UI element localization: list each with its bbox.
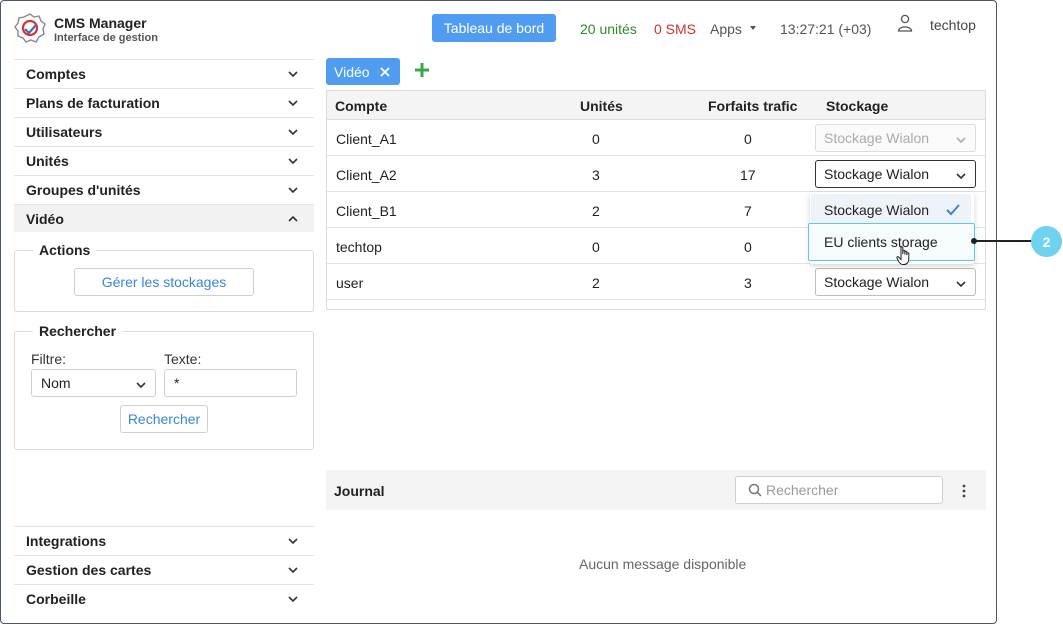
search-text-input[interactable]: * [164,369,297,397]
storage-select: Stockage Wialon [815,124,976,152]
tab-label: Vidéo [334,63,370,80]
logo-icon [14,13,46,43]
callout-line [975,240,1032,242]
sms-count[interactable]: 0 SMS [654,21,696,37]
storage-select-value: Stockage Wialon [824,274,930,290]
dropdown-option-label[interactable]: EU clients storage [824,234,938,250]
tab-video[interactable]: Vidéo [326,58,400,85]
row-units: 0 [592,239,600,255]
actions-legend: Actions [33,242,97,258]
chevron-down-icon [288,186,298,193]
apps-menu[interactable]: Apps [710,21,742,37]
dropdown-option-label[interactable]: Stockage Wialon [824,202,929,218]
sidebar-item-label: Plans de facturation [26,94,160,111]
column-header-account[interactable]: Compte [335,98,387,114]
row-traffic: 7 [744,203,752,219]
storage-select-value: Stockage Wialon [824,130,930,146]
row-units: 3 [592,167,600,183]
search-legend: Rechercher [33,323,123,339]
sidebar-item-label: Integrations [26,532,107,549]
sidebar-item-corbeille[interactable]: Corbeille [14,584,314,612]
row-account: user [336,275,364,291]
row-traffic: 0 [744,131,752,147]
row-traffic: 0 [744,239,752,255]
caret-down-icon[interactable] [750,26,756,30]
chevron-down-icon [288,70,298,77]
text-label: Texte: [164,351,202,367]
row-units: 2 [592,275,600,291]
chevron-down-icon [136,382,146,389]
journal-search-placeholder: Rechercher [766,482,839,498]
hand-cursor-icon [896,246,910,265]
sidebar-item-label: Gestion des cartes [26,561,152,578]
sidebar-item-utilisateurs[interactable]: Utilisateurs [14,117,314,145]
storage-select[interactable]: Stockage Wialon [815,268,976,296]
sidebar-item-label: Vidéo [26,210,64,227]
row-account: Client_B1 [336,203,397,219]
more-options-icon[interactable] [958,483,970,499]
row-account: techtop [336,239,382,255]
sidebar-item-integrations[interactable]: Integrations [14,526,314,554]
dashboard-button[interactable]: Tableau de bord [432,14,556,42]
chevron-down-icon [956,173,966,180]
sidebar-item-cartes[interactable]: Gestion des cartes [14,555,314,583]
row-traffic: 3 [744,275,752,291]
journal-empty-message: Aucun message disponible [579,556,747,572]
chevron-up-icon [288,215,298,222]
app-name: CMS Manager [54,15,147,31]
filter-select[interactable]: Nom [31,369,156,397]
sidebar-item-label: Unités [26,152,69,169]
clock: 13:27:21 (+03) [780,21,872,37]
add-tab-icon[interactable] [414,62,430,78]
filter-select-value: Nom [41,375,71,391]
manage-storages-button[interactable]: Gérer les stockages [74,268,254,296]
sidebar-item-label: Groupes d'unités [26,181,141,198]
sidebar-item-video[interactable]: Vidéo [14,204,314,232]
row-account: Client_A1 [336,131,397,147]
chevron-down-icon [956,281,966,288]
user-icon[interactable] [897,14,913,32]
storage-select[interactable]: Stockage Wialon [815,160,976,188]
chevron-down-icon [288,157,298,164]
chevron-down-icon [288,566,298,573]
filter-label: Filtre: [31,351,66,367]
callout-dot [971,238,977,244]
chevron-down-icon [288,128,298,135]
chevron-down-icon [956,137,966,144]
sidebar-item-groupes[interactable]: Groupes d'unités [14,175,314,203]
column-header-traffic[interactable]: Forfaits trafic [708,98,797,114]
user-name[interactable]: techtop [930,17,976,33]
units-count[interactable]: 20 unités [580,21,637,37]
chevron-down-icon [288,595,298,602]
row-traffic: 17 [740,167,756,183]
sidebar-item-comptes[interactable]: Comptes [14,59,314,87]
journal-search-input[interactable]: Rechercher [735,476,943,504]
search-button[interactable]: Rechercher [120,405,208,433]
row-units: 2 [592,203,600,219]
column-header-units[interactable]: Unités [580,98,623,114]
sidebar-item-plans[interactable]: Plans de facturation [14,88,314,116]
chevron-down-icon [288,537,298,544]
journal-title: Journal [334,483,385,499]
column-header-storage[interactable]: Stockage [826,98,888,114]
callout-badge: 2 [1031,226,1062,257]
sidebar-item-unites[interactable]: Unités [14,146,314,174]
sidebar-item-label: Utilisateurs [26,123,103,140]
chevron-down-icon [288,99,298,106]
search-icon [748,483,762,497]
storage-select-value: Stockage Wialon [824,166,930,182]
sidebar-item-label: Comptes [26,65,86,82]
app-subtitle: Interface de gestion [54,32,158,44]
row-units: 0 [592,131,600,147]
checkmark-icon [946,204,960,216]
sidebar-item-label: Corbeille [26,590,86,607]
close-icon[interactable] [379,66,390,77]
row-account: Client_A2 [336,167,397,183]
